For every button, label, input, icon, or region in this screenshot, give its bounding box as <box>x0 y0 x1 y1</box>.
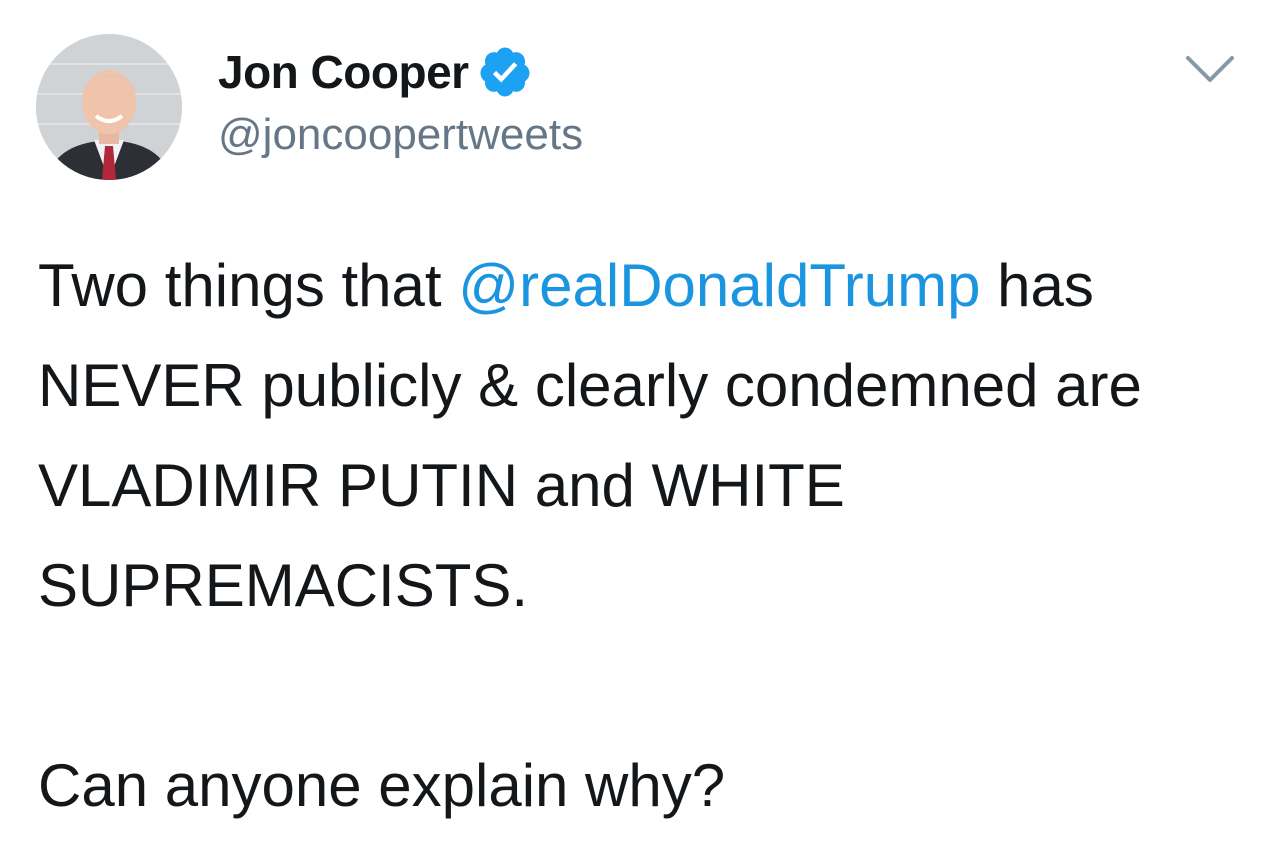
avatar[interactable] <box>36 34 182 180</box>
tweet-text: Two things that @realDonaldTrump has NEV… <box>38 236 1258 836</box>
display-name-row: Jon Cooper <box>218 40 583 104</box>
mention-link[interactable]: @realDonaldTrump <box>458 252 980 319</box>
tweet-text-lead: Two things that <box>38 252 459 319</box>
author-block: Jon Cooper @joncoopertweets <box>218 40 583 160</box>
chevron-down-icon[interactable] <box>1182 48 1238 88</box>
display-name[interactable]: Jon Cooper <box>218 45 469 99</box>
tweet-paragraph: Two things that @realDonaldTrump has NEV… <box>38 236 1258 636</box>
tweet-question: Can anyone explain why? <box>38 752 726 819</box>
tweet-card: Jon Cooper @joncoopertweets Two things t… <box>0 0 1280 841</box>
handle[interactable]: @joncoopertweets <box>218 110 583 160</box>
avatar-image <box>36 34 182 180</box>
verified-badge-icon <box>477 44 533 100</box>
